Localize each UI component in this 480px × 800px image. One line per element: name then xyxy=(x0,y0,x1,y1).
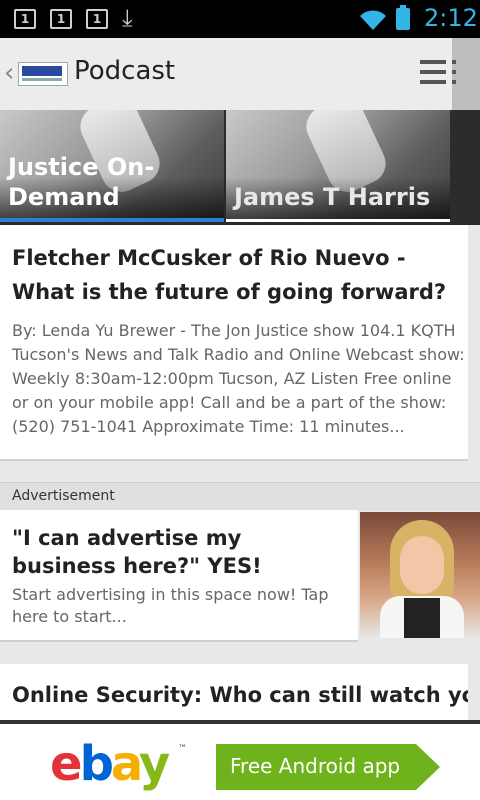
action-bar: ‹ Podcast xyxy=(0,38,480,110)
ad-title: "I can advertise my business here?" YES! xyxy=(12,526,262,578)
app-logo[interactable] xyxy=(18,62,68,86)
tab-label: James T Harris xyxy=(234,183,431,211)
back-chevron-icon[interactable]: ‹ xyxy=(4,58,14,88)
download-icon: ⤓ xyxy=(122,4,133,32)
tab-overflow xyxy=(450,110,480,222)
clock: 2:12 xyxy=(424,4,478,32)
free-android-app-button[interactable]: Free Android app xyxy=(216,744,440,790)
ebay-logo: ebay xyxy=(50,736,170,792)
article-card[interactable]: Online Security: Who can still watch you… xyxy=(0,664,468,722)
article-summary: By: Lenda Yu Brewer - The Jon Justice sh… xyxy=(12,321,465,436)
article-title: Online Security: Who can still watch you… xyxy=(12,683,468,707)
ad-section-label: Advertisement xyxy=(12,488,115,504)
article-title: Fletcher McCusker of Rio Nuevo - What is… xyxy=(12,246,447,304)
page-title: Podcast xyxy=(74,56,176,86)
wifi-icon xyxy=(360,10,386,30)
scroll-indicator xyxy=(452,38,480,110)
article-card[interactable]: Fletcher McCusker of Rio Nuevo - What is… xyxy=(0,225,468,461)
notification-icon: 1 xyxy=(50,9,72,29)
ad-section-header: Advertisement xyxy=(0,482,480,511)
banner-ad[interactable]: ebay ™ Free Android app xyxy=(0,720,480,800)
battery-icon xyxy=(396,5,410,30)
notification-icon: 1 xyxy=(14,9,36,29)
selected-tab-indicator xyxy=(0,218,224,222)
tab-indicator xyxy=(226,219,450,222)
notification-icon: 1 xyxy=(86,9,108,29)
status-bar: 1 1 1 ⤓ 2:12 xyxy=(0,0,480,38)
trademark-icon: ™ xyxy=(178,744,187,754)
tab-justice-on-demand[interactable]: Justice On-Demand xyxy=(0,110,224,222)
menu-icon[interactable] xyxy=(420,60,456,90)
tab-label: Justice On-Demand xyxy=(8,153,155,211)
ad-image[interactable] xyxy=(360,512,480,638)
cta-label: Free Android app xyxy=(230,754,401,778)
podcast-tabs: Justice On-Demand James T Harris xyxy=(0,110,480,225)
tab-james-t-harris[interactable]: James T Harris xyxy=(226,110,450,222)
ad-body: Start advertising in this space now! Tap… xyxy=(12,585,329,626)
ad-card[interactable]: "I can advertise my business here?" YES!… xyxy=(0,510,358,642)
